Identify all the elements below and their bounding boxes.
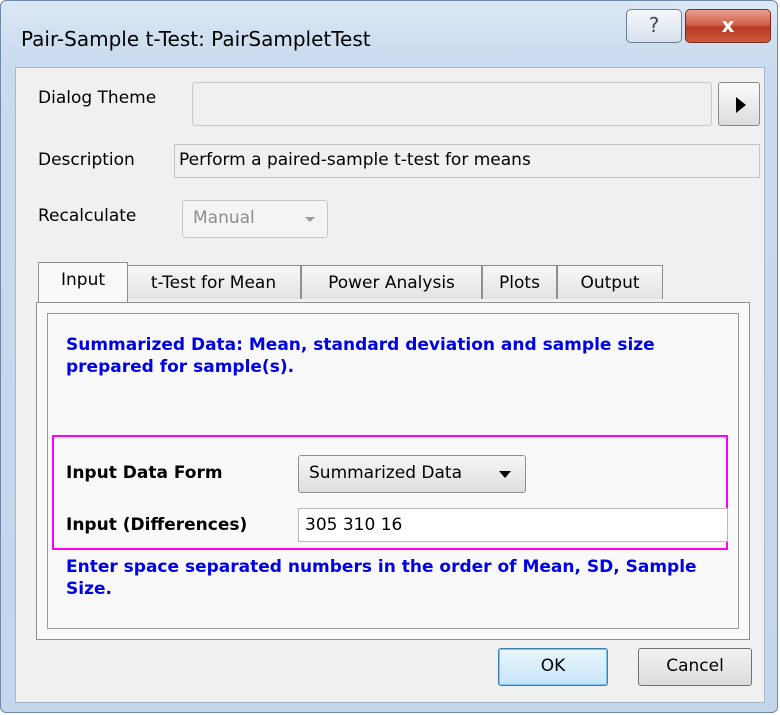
tab-output[interactable]: Output <box>557 265 663 299</box>
input-tab-panel: Summarized Data: Mean, standard deviatio… <box>36 302 750 640</box>
tab-power-analysis[interactable]: Power Analysis <box>301 265 482 299</box>
dialog-window: Pair-Sample t-Test: PairSampletTest ? x … <box>0 0 778 713</box>
chevron-down-icon <box>305 217 315 222</box>
ok-button[interactable]: OK <box>498 648 608 686</box>
cancel-button[interactable]: Cancel <box>638 648 752 686</box>
dialog-theme-label: Dialog Theme <box>38 88 157 108</box>
input-data-form-select[interactable]: Summarized Data <box>298 455 526 493</box>
input-data-form-label: Input Data Form <box>66 463 223 483</box>
recalculate-select[interactable]: Manual <box>182 200 328 238</box>
description-label: Description <box>38 150 135 170</box>
recalculate-value: Manual <box>193 208 255 228</box>
input-differences-label: Input (Differences) <box>66 515 248 535</box>
help-icon: ? <box>648 13 660 37</box>
close-icon: x <box>721 13 735 37</box>
description-field: Perform a paired-sample t-test for means <box>174 144 760 178</box>
dialog-theme-field[interactable] <box>192 82 712 126</box>
help-button[interactable]: ? <box>626 9 682 43</box>
input-group-box: Summarized Data: Mean, standard deviatio… <box>47 313 739 629</box>
tab-t-test-for-mean[interactable]: t-Test for Mean <box>126 265 301 299</box>
play-arrow-icon <box>736 97 746 113</box>
summary-note: Summarized Data: Mean, standard deviatio… <box>66 335 655 377</box>
hint-note: Enter space separated numbers in the ord… <box>66 557 697 599</box>
theme-menu-button[interactable] <box>718 82 760 126</box>
recalculate-label: Recalculate <box>38 206 137 226</box>
chevron-down-icon <box>499 471 511 478</box>
highlight-frame: Input Data Form Summarized Data Input (D… <box>52 435 728 550</box>
tab-input[interactable]: Input <box>38 262 128 302</box>
close-button[interactable]: x <box>685 9 771 43</box>
input-data-form-value: Summarized Data <box>309 463 462 483</box>
dialog-body: Dialog Theme Description Perform a paire… <box>15 67 765 703</box>
window-title: Pair-Sample t-Test: PairSampletTest <box>21 27 371 51</box>
tab-plots[interactable]: Plots <box>482 265 557 299</box>
input-differences-field[interactable] <box>298 508 728 542</box>
